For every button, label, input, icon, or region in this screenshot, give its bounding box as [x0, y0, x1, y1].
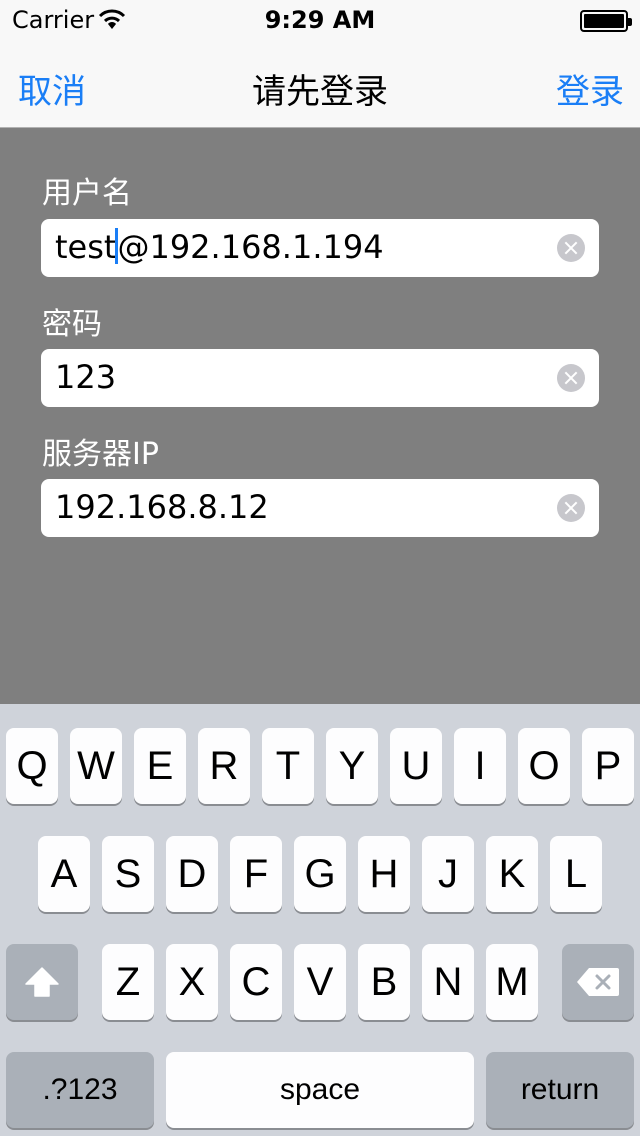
key-p[interactable]: P	[582, 728, 634, 804]
key-k[interactable]: K	[486, 836, 538, 912]
numbers-key[interactable]: .?123	[6, 1052, 154, 1128]
key-q[interactable]: Q	[6, 728, 58, 804]
key-d[interactable]: D	[166, 836, 218, 912]
clear-username-icon[interactable]	[557, 234, 585, 262]
key-z[interactable]: Z	[102, 944, 154, 1020]
key-j[interactable]: J	[422, 836, 474, 912]
page-title: 请先登录	[252, 72, 388, 112]
username-field[interactable]: test@192.168.1.194	[41, 219, 599, 277]
key-x[interactable]: X	[166, 944, 218, 1020]
keyboard: Q W E R T Y U I O P A S D F G H J K L Z …	[0, 704, 640, 1136]
key-f[interactable]: F	[230, 836, 282, 912]
delete-key[interactable]	[562, 944, 634, 1020]
login-button[interactable]: 登录	[556, 64, 624, 113]
battery-icon	[580, 10, 632, 32]
key-u[interactable]: U	[390, 728, 442, 804]
username-value: test@192.168.1.194	[55, 228, 384, 266]
server-ip-field[interactable]: 192.168.8.12	[41, 479, 599, 537]
navigation-bar: Carrier 9:29 AM 取消 请先登录 登录	[0, 0, 640, 128]
key-v[interactable]: V	[294, 944, 346, 1020]
key-t[interactable]: T	[262, 728, 314, 804]
return-key[interactable]: return	[486, 1052, 634, 1128]
key-o[interactable]: O	[518, 728, 570, 804]
password-label: 密码	[42, 307, 102, 342]
key-e[interactable]: E	[134, 728, 186, 804]
key-h[interactable]: H	[358, 836, 410, 912]
password-field[interactable]: 123	[41, 349, 599, 407]
key-y[interactable]: Y	[326, 728, 378, 804]
clear-server-ip-icon[interactable]	[557, 494, 585, 522]
shift-icon	[25, 967, 59, 997]
username-label: 用户名	[42, 176, 132, 211]
key-w[interactable]: W	[70, 728, 122, 804]
clear-password-icon[interactable]	[557, 364, 585, 392]
password-value: 123	[55, 358, 117, 396]
key-m[interactable]: M	[486, 944, 538, 1020]
key-l[interactable]: L	[550, 836, 602, 912]
clock: 9:29 AM	[264, 6, 376, 34]
key-s[interactable]: S	[102, 836, 154, 912]
server-ip-value: 192.168.8.12	[55, 488, 269, 526]
key-b[interactable]: B	[358, 944, 410, 1020]
space-key[interactable]: space	[166, 1052, 474, 1128]
key-a[interactable]: A	[38, 836, 90, 912]
shift-key[interactable]	[6, 944, 78, 1020]
key-c[interactable]: C	[230, 944, 282, 1020]
key-i[interactable]: I	[454, 728, 506, 804]
server-ip-label: 服务器IP	[42, 437, 159, 472]
key-n[interactable]: N	[422, 944, 474, 1020]
status-bar: Carrier 9:29 AM	[0, 0, 640, 40]
delete-icon	[577, 968, 619, 996]
key-g[interactable]: G	[294, 836, 346, 912]
key-r[interactable]: R	[198, 728, 250, 804]
